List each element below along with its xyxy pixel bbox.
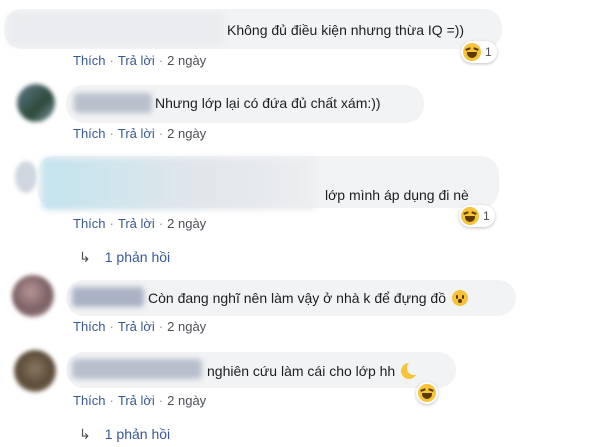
comment-actions: Thích · Trả lời · 2 ngày (73, 393, 207, 408)
reaction-badge[interactable] (416, 382, 438, 404)
blurred-author-name[interactable] (8, 13, 224, 45)
replies-count: 1 phản hồi (104, 249, 171, 265)
comment-text: Còn đang nghĩ nên làm vậy ở nhà k để đựn… (148, 290, 468, 306)
laughing-emoji-icon (418, 384, 436, 402)
reply-link[interactable]: Trả lời (118, 319, 155, 334)
reaction-count: 1 (485, 45, 492, 59)
blurred-author-name[interactable] (42, 158, 316, 210)
reaction-badge[interactable]: 1 (461, 41, 497, 63)
avatar[interactable] (17, 84, 55, 122)
comment-actions: Thích · Trả lời · 2 ngày (73, 126, 207, 141)
comment-actions: Thích · Trả lời · 2 ngày (73, 216, 207, 231)
reply-arrow-icon: ↳ (79, 249, 91, 265)
comment-text-content: Còn đang nghĩ nên làm vậy ở nhà k để đựn… (148, 290, 446, 306)
timestamp[interactable]: 2 ngày (167, 126, 206, 141)
like-link[interactable]: Thích (73, 216, 106, 231)
reply-link[interactable]: Trả lời (118, 216, 155, 231)
like-link[interactable]: Thích (73, 126, 106, 141)
blurred-author-name[interactable] (72, 359, 202, 379)
timestamp[interactable]: 2 ngày (167, 53, 206, 68)
avatar[interactable] (12, 275, 54, 317)
comment-text: lớp mình áp dụng đi nè (325, 187, 469, 203)
comment-text-content: nghiên cứu làm cái cho lớp hh (207, 363, 396, 379)
comment-actions: Thích · Trả lời · 2 ngày (73, 319, 207, 334)
like-link[interactable]: Thích (73, 319, 106, 334)
timestamp[interactable]: 2 ngày (167, 319, 206, 334)
blurred-author-name[interactable] (74, 93, 152, 113)
view-replies-link[interactable]: ↳ 1 phản hồi (79, 426, 170, 443)
crescent-moon-emoji-icon (401, 361, 422, 379)
avatar[interactable] (14, 350, 56, 392)
replies-count: 1 phản hồi (104, 426, 171, 442)
avatar[interactable] (15, 161, 37, 193)
comment-text: Không đủ điều kiện nhưng thừa IQ =)) (227, 22, 465, 38)
timestamp[interactable]: 2 ngày (167, 216, 206, 231)
like-link[interactable]: Thích (73, 393, 106, 408)
hushed-emoji-icon (451, 290, 468, 306)
laughing-emoji-icon (463, 43, 481, 61)
reaction-badge[interactable]: 1 (459, 205, 495, 227)
reaction-count: 1 (483, 209, 490, 223)
comment-text: nghiên cứu làm cái cho lớp hh (207, 361, 422, 379)
reply-link[interactable]: Trả lời (118, 393, 155, 408)
comment-text: Nhưng lớp lại có đứa đủ chất xám:)) (155, 95, 381, 111)
timestamp[interactable]: 2 ngày (167, 393, 206, 408)
blurred-author-name[interactable] (72, 287, 144, 307)
laughing-emoji-icon (461, 207, 479, 225)
comment-actions: Thích · Trả lời · 2 ngày (73, 53, 207, 68)
reply-arrow-icon: ↳ (79, 426, 91, 442)
like-link[interactable]: Thích (73, 53, 106, 68)
reply-link[interactable]: Trả lời (118, 126, 155, 141)
view-replies-link[interactable]: ↳ 1 phản hồi (79, 249, 170, 266)
reply-link[interactable]: Trả lời (118, 53, 155, 68)
